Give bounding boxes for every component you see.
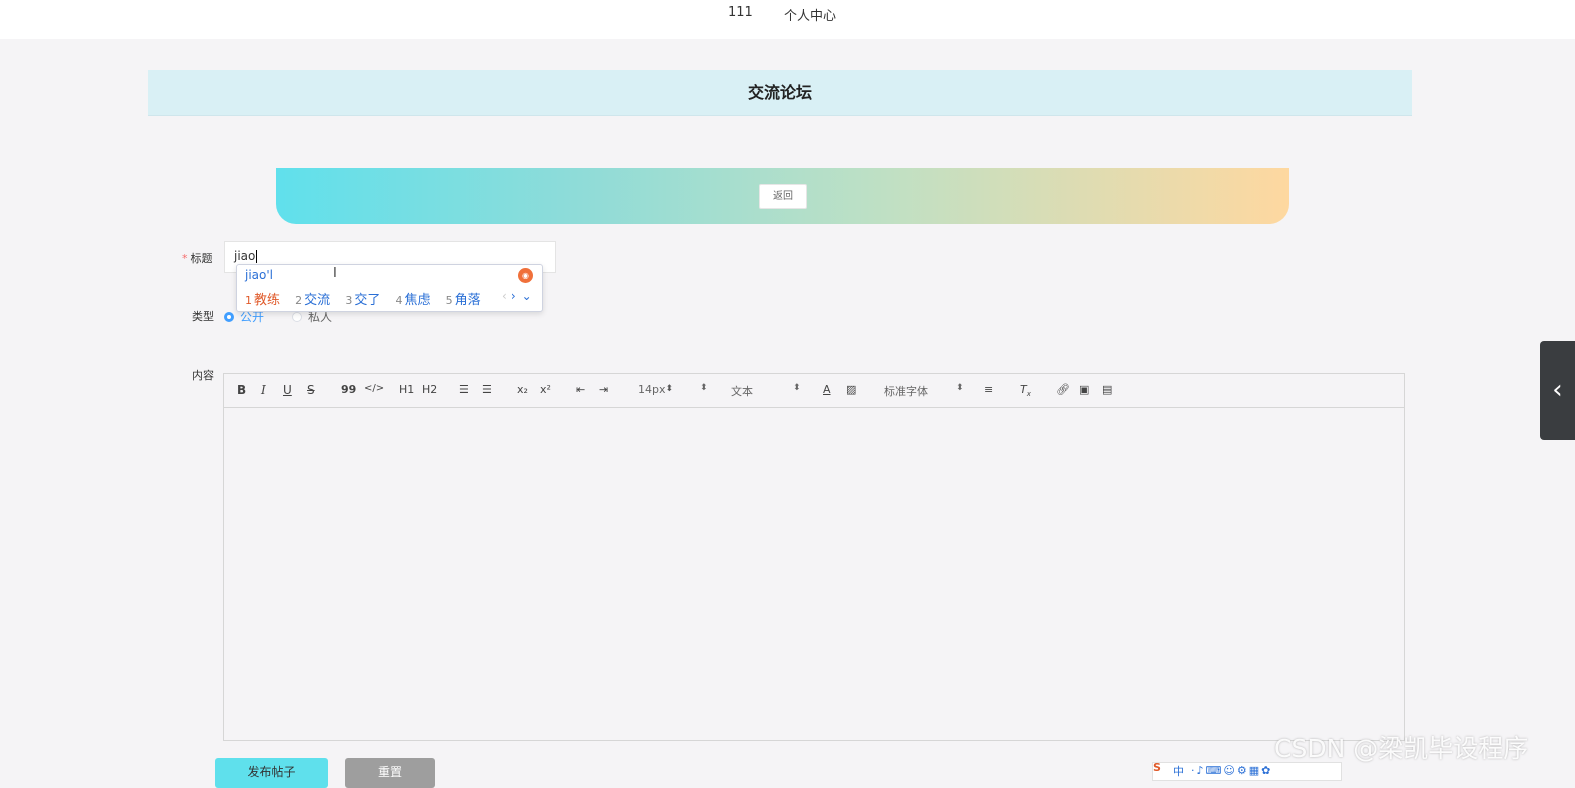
bullet-list-icon[interactable]: ☰ xyxy=(482,383,492,396)
link-icon[interactable]: 🔗︎ xyxy=(1056,383,1070,396)
heading2-button[interactable]: H2 xyxy=(422,383,437,396)
username-link[interactable]: 111 xyxy=(728,5,753,20)
ime-next-icon[interactable]: › xyxy=(511,289,516,303)
editor-toolbar: B I U S 99 </> H1 H2 ☰ ☰ x₂ x² ⇤ ⇥ 14px ⬍… xyxy=(224,374,1404,408)
align-icon[interactable]: ≡ xyxy=(984,383,993,396)
radio-public-dot xyxy=(224,311,234,322)
reset-button[interactable]: 重置 xyxy=(345,758,435,788)
font-size-select[interactable]: 14px ⬍ xyxy=(638,383,708,396)
video-icon[interactable]: ▤ xyxy=(1102,383,1112,396)
clear-format-icon[interactable]: Tx xyxy=(1020,383,1031,398)
back-button[interactable]: 返回 xyxy=(759,184,807,209)
ime-prev-icon[interactable]: ‹ xyxy=(502,289,507,303)
ime-candidate[interactable]: 4 焦虑 xyxy=(395,293,430,308)
font-family-select[interactable]: 标准字体 ⬍ xyxy=(884,383,964,399)
title-input-value: jiao xyxy=(234,249,256,263)
chevron-left-icon: ‹ xyxy=(1552,375,1563,405)
ime-tray-icons[interactable]: ·♪⌨☺⚙▦✿ xyxy=(1191,764,1272,777)
subscript-button[interactable]: x₂ xyxy=(517,383,528,396)
top-navbar: 111 个人中心 xyxy=(0,0,1575,39)
sogou-logo-icon[interactable]: S xyxy=(1153,761,1169,778)
image-icon[interactable]: ▣ xyxy=(1079,383,1089,396)
text-style-select[interactable]: 文本 ⬍ xyxy=(731,383,801,399)
ime-pinyin: jiao'l xyxy=(245,268,273,282)
type-label: 类型 xyxy=(192,310,214,323)
ime-candidate[interactable]: 3 交了 xyxy=(345,293,380,308)
text-caret xyxy=(256,250,258,263)
editor-content-area[interactable] xyxy=(224,408,1404,740)
ime-candidate-list: 1 教练 2 交流 3 交了 4 焦虑 5 角落 xyxy=(245,289,492,308)
ime-candidate[interactable]: 2 交流 xyxy=(295,293,330,308)
ime-nav: ‹ › ⌄ xyxy=(502,289,532,303)
rich-text-editor: B I U S 99 </> H1 H2 ☰ ☰ x₂ x² ⇤ ⇥ 14px ⬍… xyxy=(223,373,1405,741)
ime-candidate-popup: jiao'l I ◉ 1 教练 2 交流 3 交了 4 焦虑 5 角落 ‹ › ⌄ xyxy=(236,264,543,312)
personal-center-link[interactable]: 个人中心 xyxy=(784,5,836,24)
ibeam-cursor-icon: I xyxy=(333,266,337,281)
italic-button[interactable]: I xyxy=(261,383,266,397)
submit-post-button[interactable]: 发布帖子 xyxy=(215,758,328,788)
ime-candidate[interactable]: 5 角落 xyxy=(446,293,481,308)
ime-candidate[interactable]: 1 教练 xyxy=(245,293,280,308)
page-title: 交流论坛 xyxy=(747,83,812,102)
font-color-icon[interactable]: A xyxy=(823,383,831,396)
ime-mode-indicator[interactable]: 中 xyxy=(1173,763,1184,779)
underline-button[interactable]: U xyxy=(283,383,292,397)
bold-button[interactable]: B xyxy=(237,383,246,397)
ime-expand-icon[interactable]: ⌄ xyxy=(522,289,532,303)
heading1-button[interactable]: H1 xyxy=(399,383,414,396)
ime-logo-icon[interactable]: ◉ xyxy=(518,268,533,283)
content-label: 内容 xyxy=(192,369,214,382)
page-title-bar: 交流论坛 xyxy=(148,70,1412,116)
title-label: * 标题 xyxy=(182,252,213,265)
ime-status-tray: S 中 ·♪⌨☺⚙▦✿ xyxy=(1152,761,1342,781)
indent-icon[interactable]: ⇥ xyxy=(599,383,608,396)
radio-private-dot xyxy=(292,311,302,322)
required-mark: * xyxy=(182,252,188,265)
watermark: CSDN @梁凯毕设程序 xyxy=(1274,734,1529,763)
ordered-list-icon[interactable]: ☰ xyxy=(459,383,469,396)
superscript-button[interactable]: x² xyxy=(540,383,551,396)
strike-button[interactable]: S xyxy=(307,383,315,397)
outdent-icon[interactable]: ⇤ xyxy=(576,383,585,396)
code-button[interactable]: </> xyxy=(364,383,384,394)
side-collapse-tab[interactable]: ‹ xyxy=(1540,341,1575,440)
background-color-icon[interactable]: ▨ xyxy=(846,383,856,396)
blockquote-button[interactable]: 99 xyxy=(341,383,356,396)
